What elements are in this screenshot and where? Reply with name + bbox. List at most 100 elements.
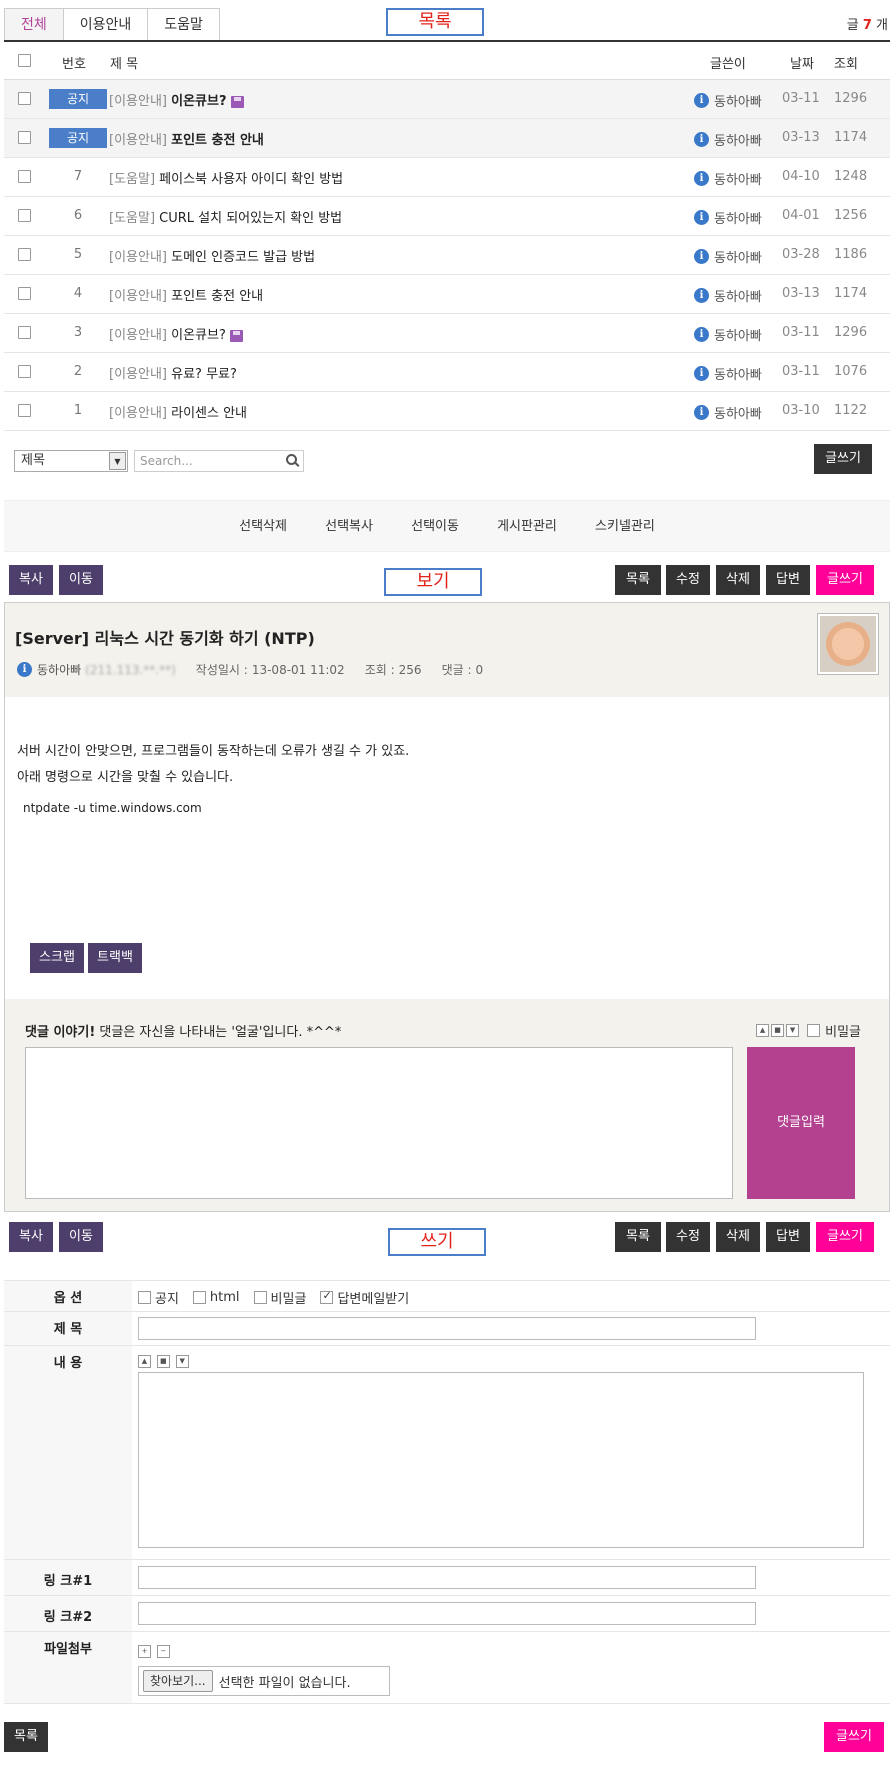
- search-icon[interactable]: [286, 454, 297, 465]
- move-button-bottom[interactable]: 이동: [59, 1222, 103, 1252]
- add-icon[interactable]: +: [138, 1645, 151, 1658]
- table-row[interactable]: 6 [도움말] CURL 설치 되어있는지 확인 방법 i 동하아빠 04-01 1256: [4, 197, 890, 236]
- search-field-select[interactable]: 제목 ▼: [14, 450, 128, 472]
- bottom-list-button[interactable]: 목록: [4, 1722, 48, 1752]
- row-title[interactable]: [이용안내] 라이센스 안내: [109, 402, 247, 421]
- select-all-checkbox[interactable]: [18, 54, 31, 67]
- copy-button-bottom[interactable]: 복사: [9, 1222, 53, 1252]
- copy-button[interactable]: 복사: [9, 565, 53, 595]
- row-author-name[interactable]: 동하아빠: [714, 364, 762, 383]
- option-reply-mail[interactable]: 답변메일받기: [320, 1288, 409, 1307]
- option-secret[interactable]: 비밀글: [253, 1288, 306, 1307]
- move-button[interactable]: 이동: [59, 565, 103, 595]
- row-checkbox[interactable]: [18, 92, 31, 105]
- row-title-text[interactable]: 도메인 인증코드 발급 방법: [171, 250, 315, 265]
- delete-button[interactable]: 삭제: [716, 565, 760, 595]
- row-checkbox[interactable]: [18, 170, 31, 183]
- option-html-checkbox[interactable]: [192, 1291, 206, 1304]
- row-title-text[interactable]: 이온큐브?: [171, 94, 226, 109]
- row-title[interactable]: [이용안내] 이온큐브?: [109, 324, 243, 343]
- row-title-text[interactable]: 페이스북 사용자 아이디 확인 방법: [159, 172, 343, 187]
- trackback-button[interactable]: 트랙백: [88, 943, 142, 973]
- option-html[interactable]: html: [192, 1290, 240, 1305]
- search-input[interactable]: Search...: [134, 450, 304, 472]
- row-author[interactable]: i 동하아빠: [694, 169, 762, 188]
- row-title-text[interactable]: 유료? 무료?: [171, 367, 237, 382]
- row-checkbox[interactable]: [18, 326, 31, 339]
- row-title-text[interactable]: CURL 설치 되어있는지 확인 방법: [159, 211, 342, 226]
- row-checkbox[interactable]: [18, 365, 31, 378]
- row-title[interactable]: [이용안내] 이온큐브?: [109, 90, 244, 109]
- row-author[interactable]: i 동하아빠: [694, 208, 762, 227]
- row-checkbox[interactable]: [18, 287, 31, 300]
- notice-row[interactable]: 공지 [이용안내] 이온큐브? i 동하아빠 03-11 1296: [4, 80, 890, 119]
- admin-delete[interactable]: 선택삭제: [239, 501, 287, 553]
- tab-help[interactable]: 도움말: [147, 8, 220, 40]
- admin-board-manage[interactable]: 게시판관리: [497, 501, 557, 553]
- write-button[interactable]: 글쓰기: [816, 565, 874, 595]
- comment-textarea[interactable]: [25, 1047, 733, 1199]
- edit-button-bottom[interactable]: 수정: [666, 1222, 710, 1252]
- row-author[interactable]: i 동하아빠: [694, 130, 762, 149]
- table-row[interactable]: 2 [이용안내] 유료? 무료? i 동하아빠 03-11 1076: [4, 353, 890, 392]
- content-textarea[interactable]: [138, 1372, 864, 1548]
- row-title[interactable]: [이용안내] 포인트 충전 안내: [109, 129, 264, 148]
- table-row[interactable]: 1 [이용안내] 라이센스 안내 i 동하아빠 03-10 1122: [4, 392, 890, 431]
- row-author-name[interactable]: 동하아빠: [714, 325, 762, 344]
- option-notice[interactable]: 공지: [138, 1288, 179, 1307]
- admin-skin-manage[interactable]: 스키넬관리: [595, 501, 655, 553]
- remove-icon[interactable]: −: [156, 1645, 170, 1658]
- row-title[interactable]: [도움말] CURL 설치 되어있는지 확인 방법: [109, 207, 342, 226]
- reply-button[interactable]: 답변: [766, 565, 810, 595]
- expand-icon[interactable]: ▼: [786, 1024, 800, 1037]
- list-button-bottom[interactable]: 목록: [615, 1222, 661, 1252]
- row-author[interactable]: i 동하아빠: [694, 364, 762, 383]
- tab-all[interactable]: 전체: [4, 8, 64, 40]
- list-button[interactable]: 목록: [615, 565, 661, 595]
- row-title[interactable]: [도움말] 페이스북 사용자 아이디 확인 방법: [109, 168, 343, 187]
- reset-icon[interactable]: ■: [156, 1355, 170, 1368]
- row-title-text[interactable]: 이온큐브?: [171, 328, 226, 343]
- admin-move[interactable]: 선택이동: [411, 501, 459, 553]
- row-title[interactable]: [이용안내] 포인트 충전 안내: [109, 285, 263, 304]
- table-row[interactable]: 5 [이용안내] 도메인 인증코드 발급 방법 i 동하아빠 03-28 1186: [4, 236, 890, 275]
- row-author-name[interactable]: 동하아빠: [714, 403, 762, 422]
- file-browse-button[interactable]: 찾아보기...: [143, 1670, 213, 1692]
- tab-guide[interactable]: 이용안내: [62, 8, 149, 40]
- post-author[interactable]: 동하아빠: [37, 661, 81, 678]
- comment-submit-button[interactable]: 댓글입력: [747, 1047, 855, 1199]
- bottom-write-button[interactable]: 글쓰기: [824, 1722, 884, 1752]
- secret-checkbox[interactable]: [807, 1024, 821, 1037]
- reset-icon[interactable]: ■: [771, 1024, 785, 1037]
- shrink-icon[interactable]: ▲: [756, 1024, 770, 1037]
- row-title-text[interactable]: 라이센스 안내: [171, 406, 247, 421]
- row-title[interactable]: [이용안내] 도메인 인증코드 발급 방법: [109, 246, 315, 265]
- row-title[interactable]: [이용안내] 유료? 무료?: [109, 363, 237, 382]
- row-author-name[interactable]: 동하아빠: [714, 91, 762, 110]
- option-reply-mail-checkbox[interactable]: [320, 1289, 334, 1304]
- row-author-name[interactable]: 동하아빠: [714, 286, 762, 305]
- row-author[interactable]: i 동하아빠: [694, 247, 762, 266]
- reply-button-bottom[interactable]: 답변: [766, 1222, 810, 1252]
- row-checkbox[interactable]: [18, 404, 31, 417]
- row-author[interactable]: i 동하아빠: [694, 91, 762, 110]
- row-author-name[interactable]: 동하아빠: [714, 130, 762, 149]
- row-author[interactable]: i 동하아빠: [694, 325, 762, 344]
- expand-icon[interactable]: ▼: [175, 1355, 189, 1368]
- row-checkbox[interactable]: [18, 131, 31, 144]
- row-author-name[interactable]: 동하아빠: [714, 169, 762, 188]
- delete-button-bottom[interactable]: 삭제: [716, 1222, 760, 1252]
- write-button-bottom[interactable]: 글쓰기: [816, 1222, 874, 1252]
- edit-button[interactable]: 수정: [666, 565, 710, 595]
- notice-row[interactable]: 공지 [이용안내] 포인트 충전 안내 i 동하아빠 03-13 1174: [4, 119, 890, 158]
- row-author-name[interactable]: 동하아빠: [714, 247, 762, 266]
- table-row[interactable]: 4 [이용안내] 포인트 충전 안내 i 동하아빠 03-13 1174: [4, 275, 890, 314]
- table-row[interactable]: 3 [이용안내] 이온큐브? i 동하아빠 03-11 1296: [4, 314, 890, 353]
- option-secret-checkbox[interactable]: [253, 1291, 267, 1304]
- option-notice-checkbox[interactable]: [138, 1291, 151, 1304]
- row-author[interactable]: i 동하아빠: [694, 403, 762, 422]
- link2-input[interactable]: [138, 1602, 756, 1625]
- row-title-text[interactable]: 포인트 충전 안내: [171, 289, 263, 304]
- row-title-text[interactable]: 포인트 충전 안내: [171, 133, 264, 148]
- subject-input[interactable]: [138, 1317, 756, 1340]
